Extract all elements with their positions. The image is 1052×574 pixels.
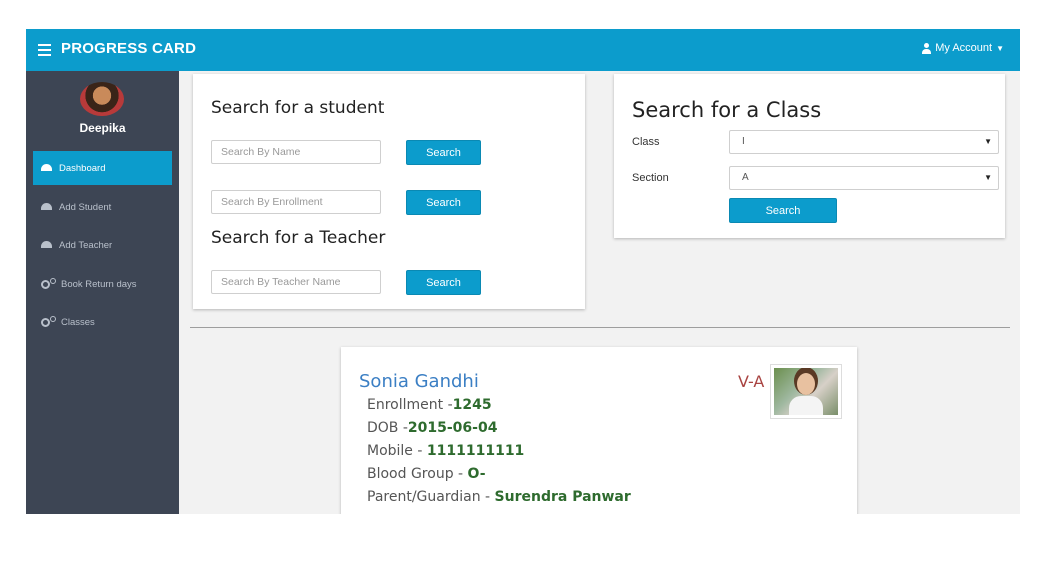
mobile-value: 1111111111 xyxy=(426,443,525,459)
caret-down-icon: ▼ xyxy=(996,43,1004,53)
class-search-card: Search for a Class Class I ▼ Section A ▼… xyxy=(614,74,1005,238)
section-select-value: A xyxy=(742,172,749,183)
teacher-search-title: Search for a Teacher xyxy=(211,228,386,248)
teacher-name-search-input[interactable] xyxy=(211,270,381,294)
class-search-button[interactable]: Search xyxy=(729,198,837,223)
sidebar-item-add-teacher[interactable]: Add Teacher xyxy=(33,228,172,262)
student-result-card: Sonia Gandhi V-A Enrollment -1245 DOB -2… xyxy=(341,347,857,514)
hamburger-menu-icon[interactable] xyxy=(38,44,51,56)
class-select[interactable]: I ▼ xyxy=(729,130,999,154)
dashboard-icon xyxy=(41,164,52,171)
sidebar-item-dashboard[interactable]: Dashboard xyxy=(33,151,172,185)
parent-value: Surendra Panwar xyxy=(494,489,631,505)
sidebar-username: Deepika xyxy=(79,121,126,135)
sidebar-item-book-return-days[interactable]: Book Return days xyxy=(33,267,172,301)
dob-value: 2015-06-04 xyxy=(407,420,498,436)
mobile-row: Mobile - 1111111111 xyxy=(367,443,524,459)
enrollment-label: Enrollment - xyxy=(367,397,453,413)
select-arrow-icon: ▼ xyxy=(984,173,992,182)
blood-group-label: Blood Group - xyxy=(367,466,468,482)
enrollment-row: Enrollment -1245 xyxy=(367,397,492,413)
my-account-label: My Account xyxy=(935,42,993,54)
sidebar-item-label: Add Teacher xyxy=(59,239,113,251)
user-icon xyxy=(921,42,932,54)
select-arrow-icon: ▼ xyxy=(984,137,992,146)
section-divider xyxy=(190,327,1010,328)
dashboard-icon xyxy=(41,203,52,210)
parent-row: Parent/Guardian - Surendra Panwar xyxy=(367,489,631,505)
cogs-icon xyxy=(41,277,56,289)
student-photo xyxy=(770,364,842,419)
student-enrollment-search-input[interactable] xyxy=(211,190,381,214)
avatar xyxy=(80,82,124,116)
brand-title[interactable]: PROGRESS CARD xyxy=(61,40,196,57)
app-window: PROGRESS CARD My Account ▼ Deepika Dashb… xyxy=(26,29,1020,514)
student-search-title: Search for a student xyxy=(211,98,385,118)
student-teacher-search-card: Search for a student Search Search Searc… xyxy=(193,74,585,309)
sidebar: Deepika Dashboard Add Student Add Teache… xyxy=(26,71,179,514)
student-name[interactable]: Sonia Gandhi xyxy=(359,371,479,392)
sidebar-item-label: Classes xyxy=(61,316,95,328)
sidebar-item-label: Book Return days xyxy=(61,278,137,290)
class-search-title: Search for a Class xyxy=(632,98,822,122)
parent-label: Parent/Guardian - xyxy=(367,489,495,505)
top-navbar: PROGRESS CARD My Account ▼ xyxy=(26,29,1020,71)
class-label: Class xyxy=(632,136,660,148)
sidebar-item-label: Dashboard xyxy=(59,162,106,174)
student-enrollment-search-button[interactable]: Search xyxy=(406,190,481,215)
blood-group-value: O- xyxy=(467,466,486,482)
sidebar-item-add-student[interactable]: Add Student xyxy=(33,190,172,224)
my-account-menu[interactable]: My Account ▼ xyxy=(921,42,1004,54)
section-select[interactable]: A ▼ xyxy=(729,166,999,190)
sidebar-item-classes[interactable]: Classes xyxy=(33,305,172,339)
dob-row: DOB -2015-06-04 xyxy=(367,420,497,436)
student-name-search-button[interactable]: Search xyxy=(406,140,481,165)
mobile-label: Mobile - xyxy=(367,443,427,459)
section-label: Section xyxy=(632,172,669,184)
dashboard-icon xyxy=(41,241,52,248)
blood-group-row: Blood Group - O- xyxy=(367,466,486,482)
dob-label: DOB - xyxy=(367,420,408,436)
teacher-search-button[interactable]: Search xyxy=(406,270,481,295)
sidebar-item-label: Add Student xyxy=(59,201,112,213)
student-class-section: V-A xyxy=(738,372,765,391)
enrollment-value: 1245 xyxy=(452,397,492,413)
cogs-icon xyxy=(41,315,56,327)
class-select-value: I xyxy=(742,136,745,147)
student-name-search-input[interactable] xyxy=(211,140,381,164)
